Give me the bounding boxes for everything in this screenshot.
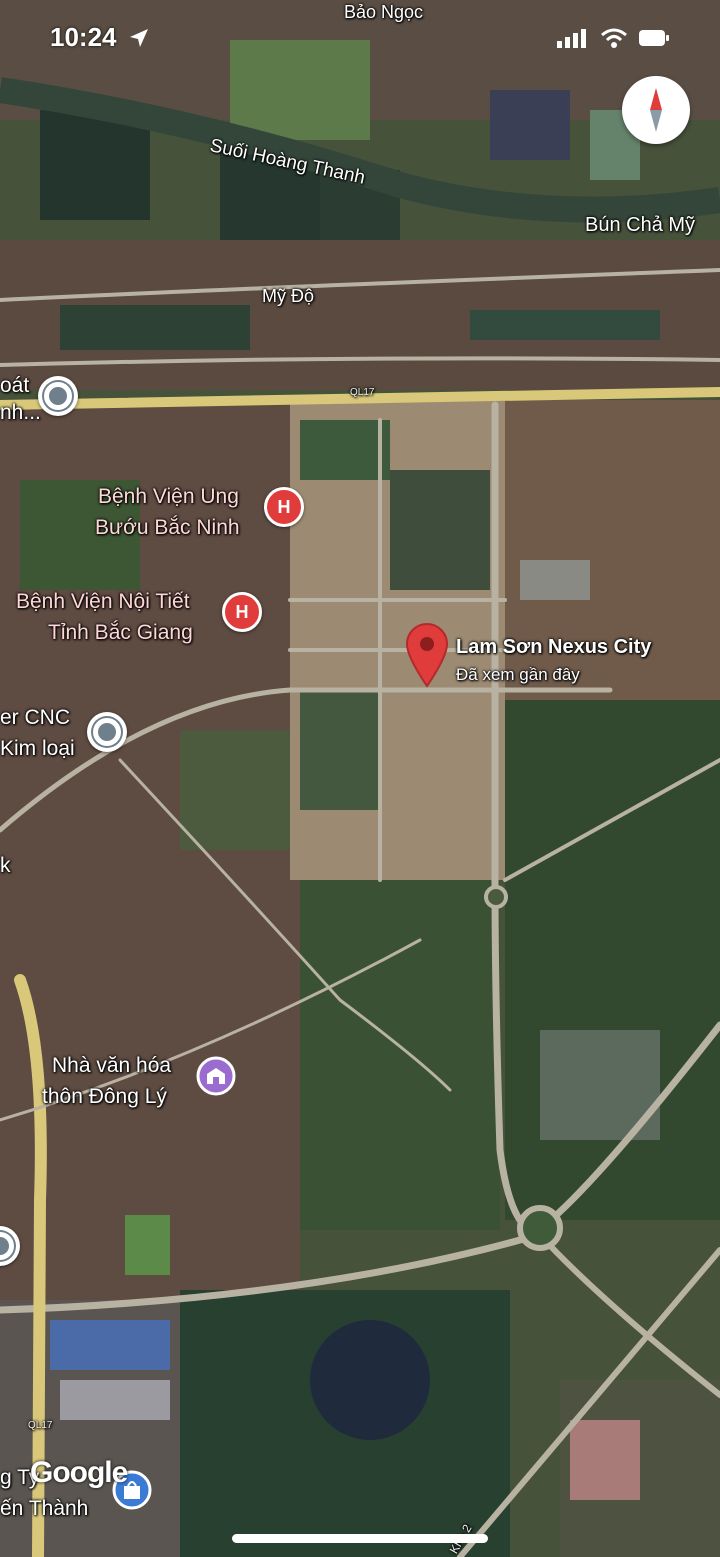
- road-label-ql17-south: QL17: [28, 1420, 53, 1431]
- poi-label-line2: nh...: [0, 401, 41, 424]
- location-arrow-icon: [130, 29, 148, 47]
- poi-label-line1: Bệnh Viện Nội Tiết: [16, 590, 190, 613]
- place-icon: [87, 712, 127, 752]
- hospital-icon: H: [222, 592, 262, 632]
- poi-label-line2: Tỉnh Bắc Giang: [48, 621, 193, 644]
- poi-label-line1: Nhà văn hóa: [52, 1054, 172, 1077]
- selected-place-name: Lam Sơn Nexus City: [456, 636, 652, 658]
- compass-button[interactable]: [622, 76, 690, 144]
- poi-label-line1: er CNC: [0, 706, 71, 729]
- poi-label-line2: Bướu Bắc Ninh: [95, 516, 240, 539]
- place-label-bun-cha-my: Bún Chả Mỹ: [585, 214, 696, 236]
- compass-icon: [650, 88, 662, 132]
- poi-label-line2: thôn Đông Lý: [42, 1085, 167, 1108]
- poi-label-fragment: k: [0, 854, 11, 877]
- home-indicator[interactable]: [232, 1534, 488, 1543]
- google-logo: Google: [30, 1456, 128, 1489]
- place-label-my-do: Mỹ Độ: [262, 286, 315, 306]
- wifi-icon: [601, 28, 627, 48]
- cellular-signal-icon: [557, 29, 586, 48]
- selected-place-subtitle: Đã xem gần đây: [456, 665, 580, 684]
- place-icon: [38, 376, 78, 416]
- poi-label-line2: Kim loại: [0, 737, 75, 760]
- place-label-bao-ngoc: Bảo Ngọc: [344, 2, 424, 22]
- hospital-icon: H: [264, 487, 304, 527]
- community-hall-icon: [196, 1056, 236, 1096]
- poi-label-line1: Bệnh Viện Ung: [98, 485, 239, 508]
- poi-label-line2: ến Thành: [0, 1497, 89, 1520]
- battery-icon: [639, 30, 669, 46]
- status-time: 10:24: [50, 22, 117, 52]
- map-pin-icon: [405, 623, 449, 688]
- road-label-ql17: QL17: [350, 387, 375, 398]
